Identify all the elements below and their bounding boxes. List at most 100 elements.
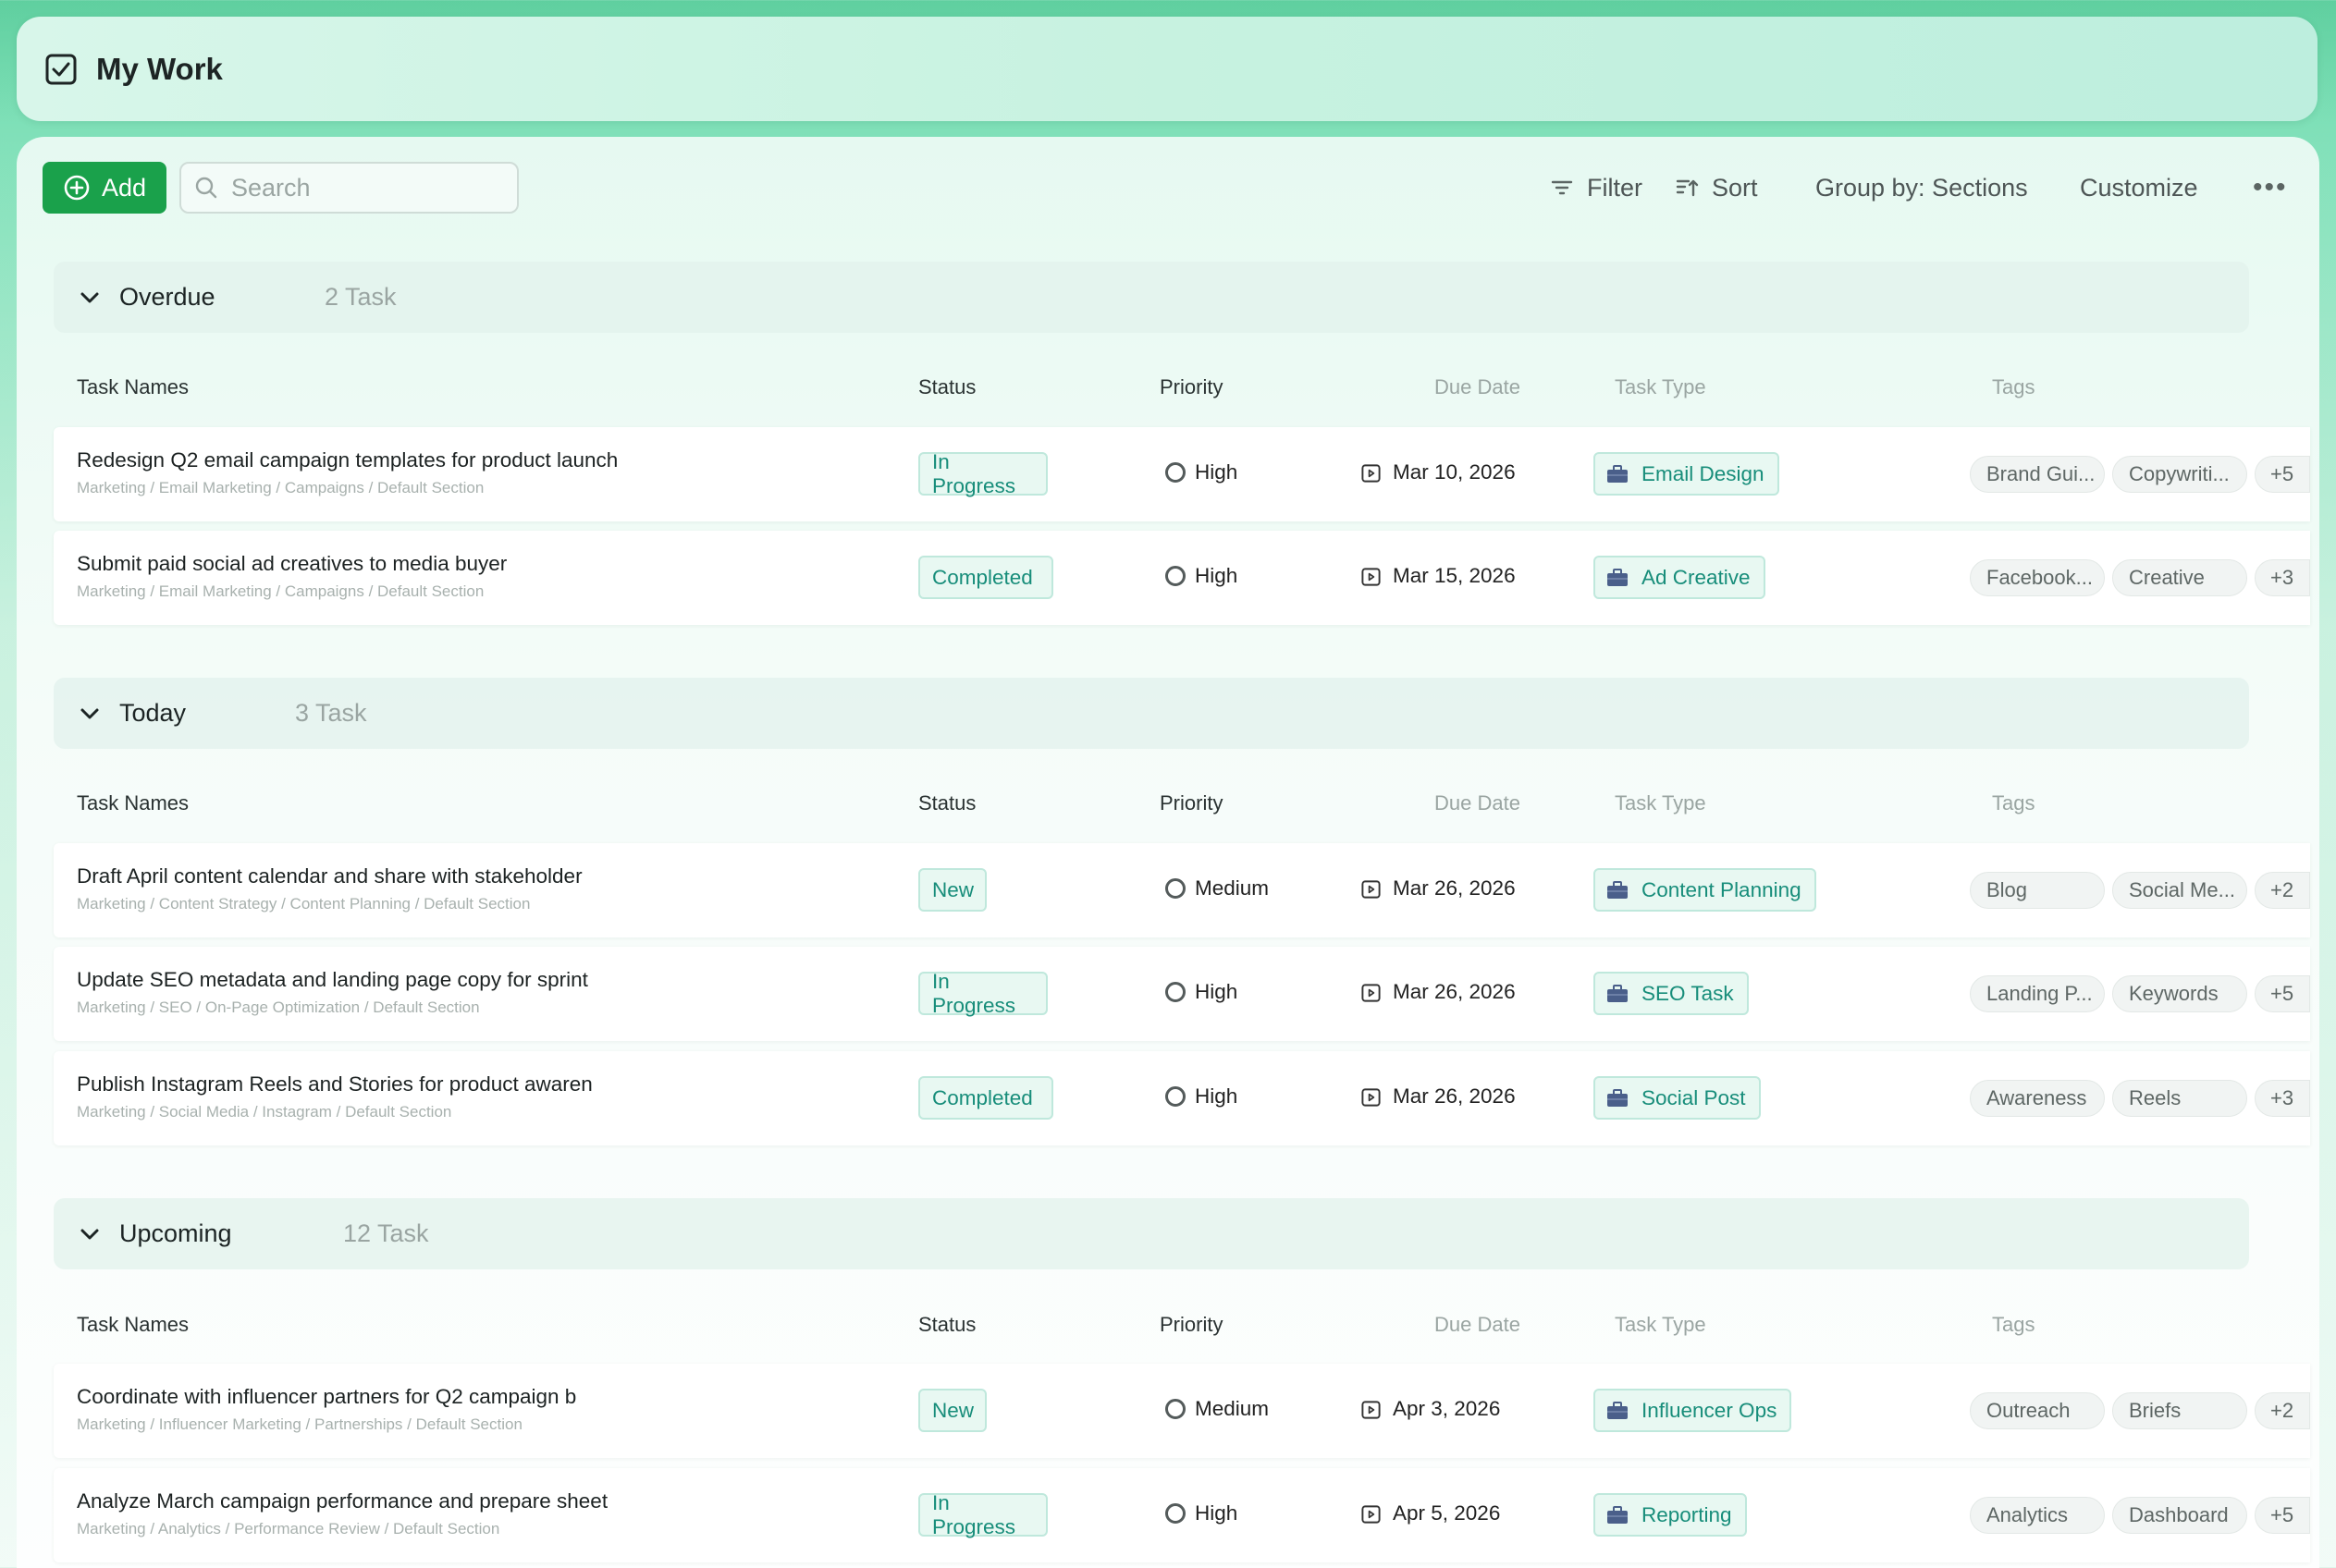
priority-cell[interactable]: High	[1165, 460, 1237, 484]
due-date-cell[interactable]: Mar 26, 2026	[1360, 876, 1516, 900]
column-status[interactable]: Status	[918, 375, 976, 399]
column-due-date[interactable]: Due Date	[1434, 791, 1520, 815]
column-status[interactable]: Status	[918, 1313, 976, 1337]
priority-cell[interactable]: Medium	[1165, 876, 1269, 900]
table-row[interactable]: Publish Instagram Reels and Stories for …	[54, 1051, 2310, 1145]
tag-chip[interactable]: Keywords	[2112, 975, 2247, 1012]
task-name[interactable]: Coordinate with influencer partners for …	[77, 1385, 576, 1409]
task-name[interactable]: Update SEO metadata and landing page cop…	[77, 968, 588, 992]
column-task-names[interactable]: Task Names	[77, 791, 189, 815]
status-badge[interactable]: New	[918, 1389, 987, 1432]
due-date-cell[interactable]: Apr 3, 2026	[1360, 1397, 1500, 1421]
tag-chip[interactable]: Briefs	[2112, 1392, 2247, 1429]
task-name[interactable]: Redesign Q2 email campaign templates for…	[77, 448, 618, 472]
priority-cell[interactable]: High	[1165, 564, 1237, 588]
tag-chip[interactable]: Facebook...	[1970, 559, 2105, 596]
table-row[interactable]: Draft April content calendar and share w…	[54, 843, 2310, 937]
tag-chip[interactable]: Dashboard	[2112, 1497, 2247, 1534]
priority-cell[interactable]: High	[1165, 1501, 1237, 1525]
more-tags-chip[interactable]: +5	[2255, 456, 2310, 493]
group-by-button[interactable]: Group by: Sections	[1815, 162, 2028, 214]
tag-chip[interactable]: Brand Gui...	[1970, 456, 2105, 493]
section-header-overdue[interactable]: Overdue 2 Task	[54, 262, 2249, 333]
task-type-badge[interactable]: SEO Task	[1593, 972, 1749, 1015]
due-date-cell[interactable]: Apr 5, 2026	[1360, 1501, 1500, 1525]
priority-cell[interactable]: High	[1165, 1084, 1237, 1109]
priority-cell[interactable]: Medium	[1165, 1397, 1269, 1421]
column-priority[interactable]: Priority	[1160, 791, 1223, 815]
column-tags[interactable]: Tags	[1992, 375, 2035, 399]
more-tags-chip[interactable]: +5	[2255, 975, 2310, 1012]
tag-chip[interactable]: Creative	[2112, 559, 2247, 596]
column-tags[interactable]: Tags	[1992, 1313, 2035, 1337]
tag-chip[interactable]: Landing P...	[1970, 975, 2105, 1012]
table-row[interactable]: Submit paid social ad creatives to media…	[54, 531, 2310, 625]
due-date-cell[interactable]: Mar 26, 2026	[1360, 980, 1516, 1004]
task-type-label: SEO Task	[1641, 981, 1734, 1005]
column-task-names[interactable]: Task Names	[77, 375, 189, 399]
tag-chip[interactable]: Blog	[1970, 872, 2105, 909]
column-task-type[interactable]: Task Type	[1615, 791, 1706, 815]
tag-chip[interactable]: Awareness	[1970, 1080, 2105, 1117]
column-status[interactable]: Status	[918, 791, 976, 815]
tag-chip[interactable]: Social Me...	[2112, 872, 2247, 909]
task-name[interactable]: Publish Instagram Reels and Stories for …	[77, 1072, 593, 1096]
more-tags-chip[interactable]: +3	[2255, 559, 2310, 596]
due-date-cell[interactable]: Mar 26, 2026	[1360, 1084, 1516, 1109]
sort-button[interactable]: Sort	[1675, 162, 1758, 214]
section-header-today[interactable]: Today 3 Task	[54, 678, 2249, 749]
column-due-date[interactable]: Due Date	[1434, 375, 1520, 399]
customize-button[interactable]: Customize	[2080, 162, 2198, 214]
table-row[interactable]: Coordinate with influencer partners for …	[54, 1364, 2310, 1458]
task-type-badge[interactable]: Email Design	[1593, 452, 1779, 496]
column-priority[interactable]: Priority	[1160, 1313, 1223, 1337]
add-button[interactable]: Add	[43, 162, 166, 214]
more-tags-chip[interactable]: +5	[2255, 1497, 2310, 1534]
due-date-cell[interactable]: Mar 10, 2026	[1360, 460, 1516, 484]
task-name[interactable]: Analyze March campaign performance and p…	[77, 1489, 608, 1513]
due-date-cell[interactable]: Mar 15, 2026	[1360, 564, 1516, 588]
section-header-upcoming[interactable]: Upcoming 12 Task	[54, 1198, 2249, 1269]
tag-chip[interactable]: Reels	[2112, 1080, 2247, 1117]
calendar-icon	[1361, 983, 1381, 1002]
filter-button[interactable]: Filter	[1550, 162, 1642, 214]
tag-chip[interactable]: Copywriti...	[2112, 456, 2247, 493]
chevron-down-icon[interactable]	[78, 702, 102, 726]
more-tags-chip[interactable]: +2	[2255, 1392, 2310, 1429]
column-task-type[interactable]: Task Type	[1615, 375, 1706, 399]
table-row[interactable]: Analyze March campaign performance and p…	[54, 1468, 2310, 1562]
tag-chip[interactable]: Analytics	[1970, 1497, 2105, 1534]
tag-chip[interactable]: Outreach	[1970, 1392, 2105, 1429]
chevron-down-icon[interactable]	[78, 1222, 102, 1246]
status-badge[interactable]: Completed	[918, 1076, 1053, 1120]
task-name[interactable]: Submit paid social ad creatives to media…	[77, 552, 507, 576]
column-task-names[interactable]: Task Names	[77, 1313, 189, 1337]
status-badge[interactable]: In Progress	[918, 450, 1048, 497]
task-type-badge[interactable]: Ad Creative	[1593, 556, 1765, 599]
column-tags[interactable]: Tags	[1992, 791, 2035, 815]
search-input[interactable]	[231, 173, 509, 202]
status-badge[interactable]: In Progress	[918, 970, 1048, 1017]
chevron-down-icon[interactable]	[78, 286, 102, 310]
table-row[interactable]: Update SEO metadata and landing page cop…	[54, 947, 2310, 1041]
priority-label: High	[1195, 564, 1238, 587]
column-due-date[interactable]: Due Date	[1434, 1313, 1520, 1337]
more-options-button[interactable]: •••	[2253, 162, 2288, 214]
search-box[interactable]	[179, 162, 519, 214]
priority-cell[interactable]: High	[1165, 980, 1237, 1004]
task-path: Marketing / Influencer Marketing / Partn…	[77, 1415, 523, 1433]
search-icon	[195, 177, 217, 199]
more-tags-chip[interactable]: +3	[2255, 1080, 2310, 1117]
status-badge[interactable]: New	[918, 868, 987, 912]
status-badge[interactable]: In Progress	[918, 1491, 1048, 1538]
table-row[interactable]: Redesign Q2 email campaign templates for…	[54, 427, 2310, 521]
task-type-badge[interactable]: Social Post	[1593, 1076, 1761, 1120]
task-name[interactable]: Draft April content calendar and share w…	[77, 864, 583, 888]
task-type-badge[interactable]: Content Planning	[1593, 868, 1816, 912]
status-badge[interactable]: Completed	[918, 556, 1053, 599]
task-type-badge[interactable]: Reporting	[1593, 1493, 1747, 1537]
column-priority[interactable]: Priority	[1160, 375, 1223, 399]
task-type-badge[interactable]: Influencer Ops	[1593, 1389, 1792, 1432]
column-task-type[interactable]: Task Type	[1615, 1313, 1706, 1337]
more-tags-chip[interactable]: +2	[2255, 872, 2310, 909]
